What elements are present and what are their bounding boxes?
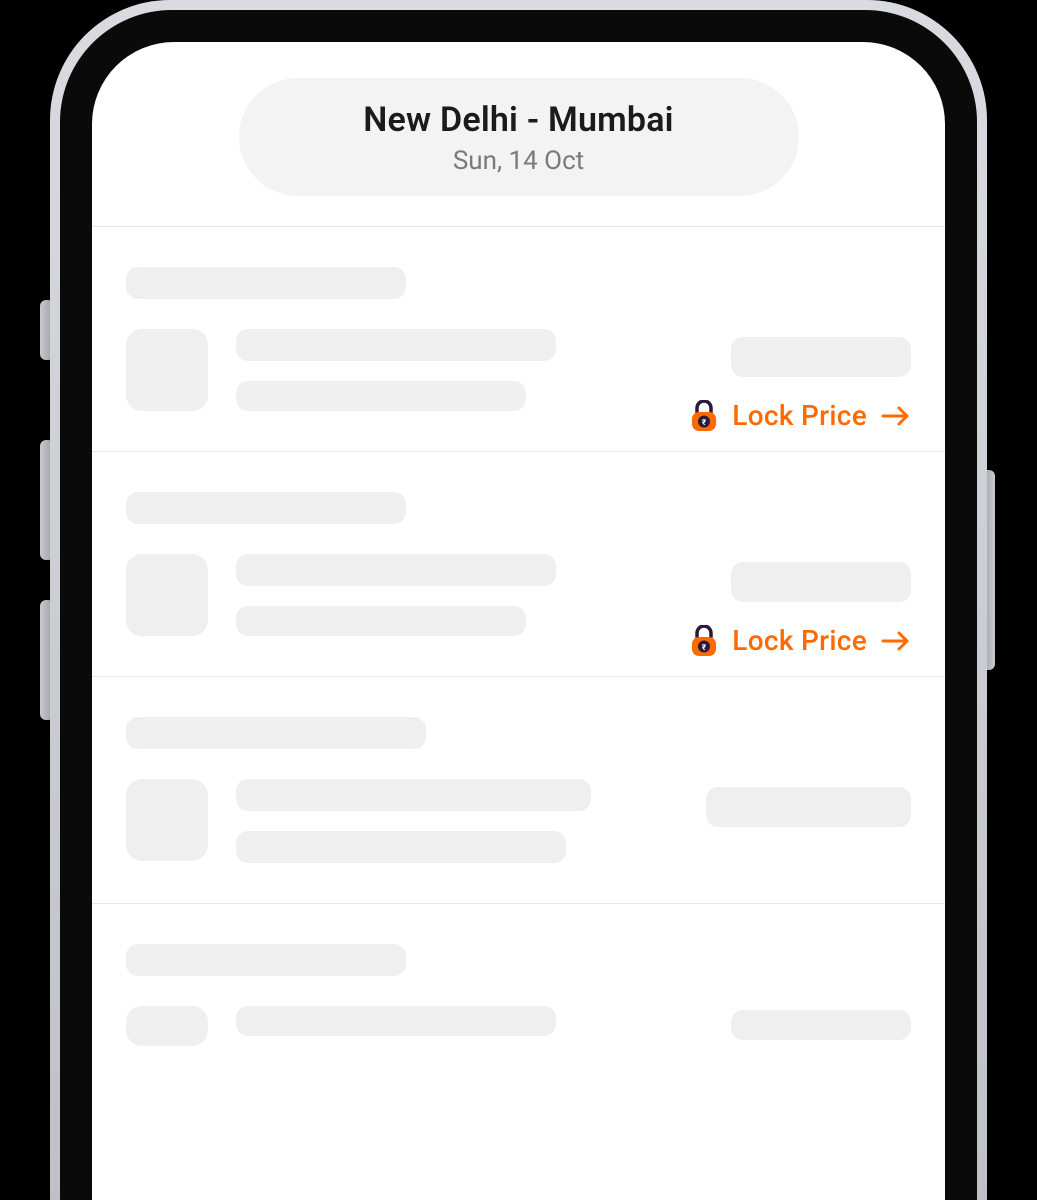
viewport: New Delhi - Mumbai Sun, 14 Oct — [0, 0, 1037, 1200]
arrow-right-icon — [881, 404, 911, 428]
skeleton-lines — [236, 554, 556, 636]
route-date: Sun, 14 Oct — [319, 146, 719, 176]
skeleton-line — [236, 1006, 556, 1036]
search-result-row[interactable] — [92, 904, 945, 1086]
skeleton-bar — [126, 492, 406, 524]
phone-frame: New Delhi - Mumbai Sun, 14 Oct — [50, 0, 987, 1200]
skeleton-avatar — [126, 1006, 208, 1046]
skeleton-price — [731, 337, 911, 377]
route-selector-pill[interactable]: New Delhi - Mumbai Sun, 14 Oct — [239, 78, 799, 196]
skeleton-lines — [236, 779, 591, 863]
route-title: New Delhi - Mumbai — [319, 100, 719, 140]
phone-bezel: New Delhi - Mumbai Sun, 14 Oct — [60, 10, 977, 1200]
header: New Delhi - Mumbai Sun, 14 Oct — [92, 42, 945, 226]
skeleton-line — [236, 779, 591, 811]
skeleton-bar — [126, 717, 426, 749]
arrow-right-icon — [881, 629, 911, 653]
lock-price-label: Lock Price — [732, 399, 867, 432]
lock-price-label: Lock Price — [732, 624, 867, 657]
skeleton-line — [236, 554, 556, 586]
app-screen: New Delhi - Mumbai Sun, 14 Oct — [92, 42, 945, 1200]
skeleton-price — [731, 562, 911, 602]
skeleton-avatar — [126, 329, 208, 411]
search-result-row[interactable]: ₹ Lock Price — [92, 227, 945, 451]
skeleton-avatar — [126, 779, 208, 861]
skeleton-price — [706, 787, 911, 827]
skeleton-line — [236, 329, 556, 361]
skeleton-line — [236, 831, 566, 863]
skeleton-bar — [126, 944, 406, 976]
skeleton-lines — [236, 329, 556, 411]
lock-price-button[interactable]: ₹ Lock Price — [690, 624, 911, 657]
skeleton-line — [236, 381, 526, 411]
search-result-row[interactable] — [92, 677, 945, 903]
skeleton-lines — [236, 1006, 556, 1036]
skeleton-avatar — [126, 554, 208, 636]
skeleton-price — [731, 1010, 911, 1040]
skeleton-line — [236, 606, 526, 636]
lock-icon: ₹ — [690, 400, 718, 432]
lock-icon: ₹ — [690, 625, 718, 657]
lock-price-button[interactable]: ₹ Lock Price — [690, 399, 911, 432]
skeleton-bar — [126, 267, 406, 299]
search-result-row[interactable]: ₹ Lock Price — [92, 452, 945, 676]
